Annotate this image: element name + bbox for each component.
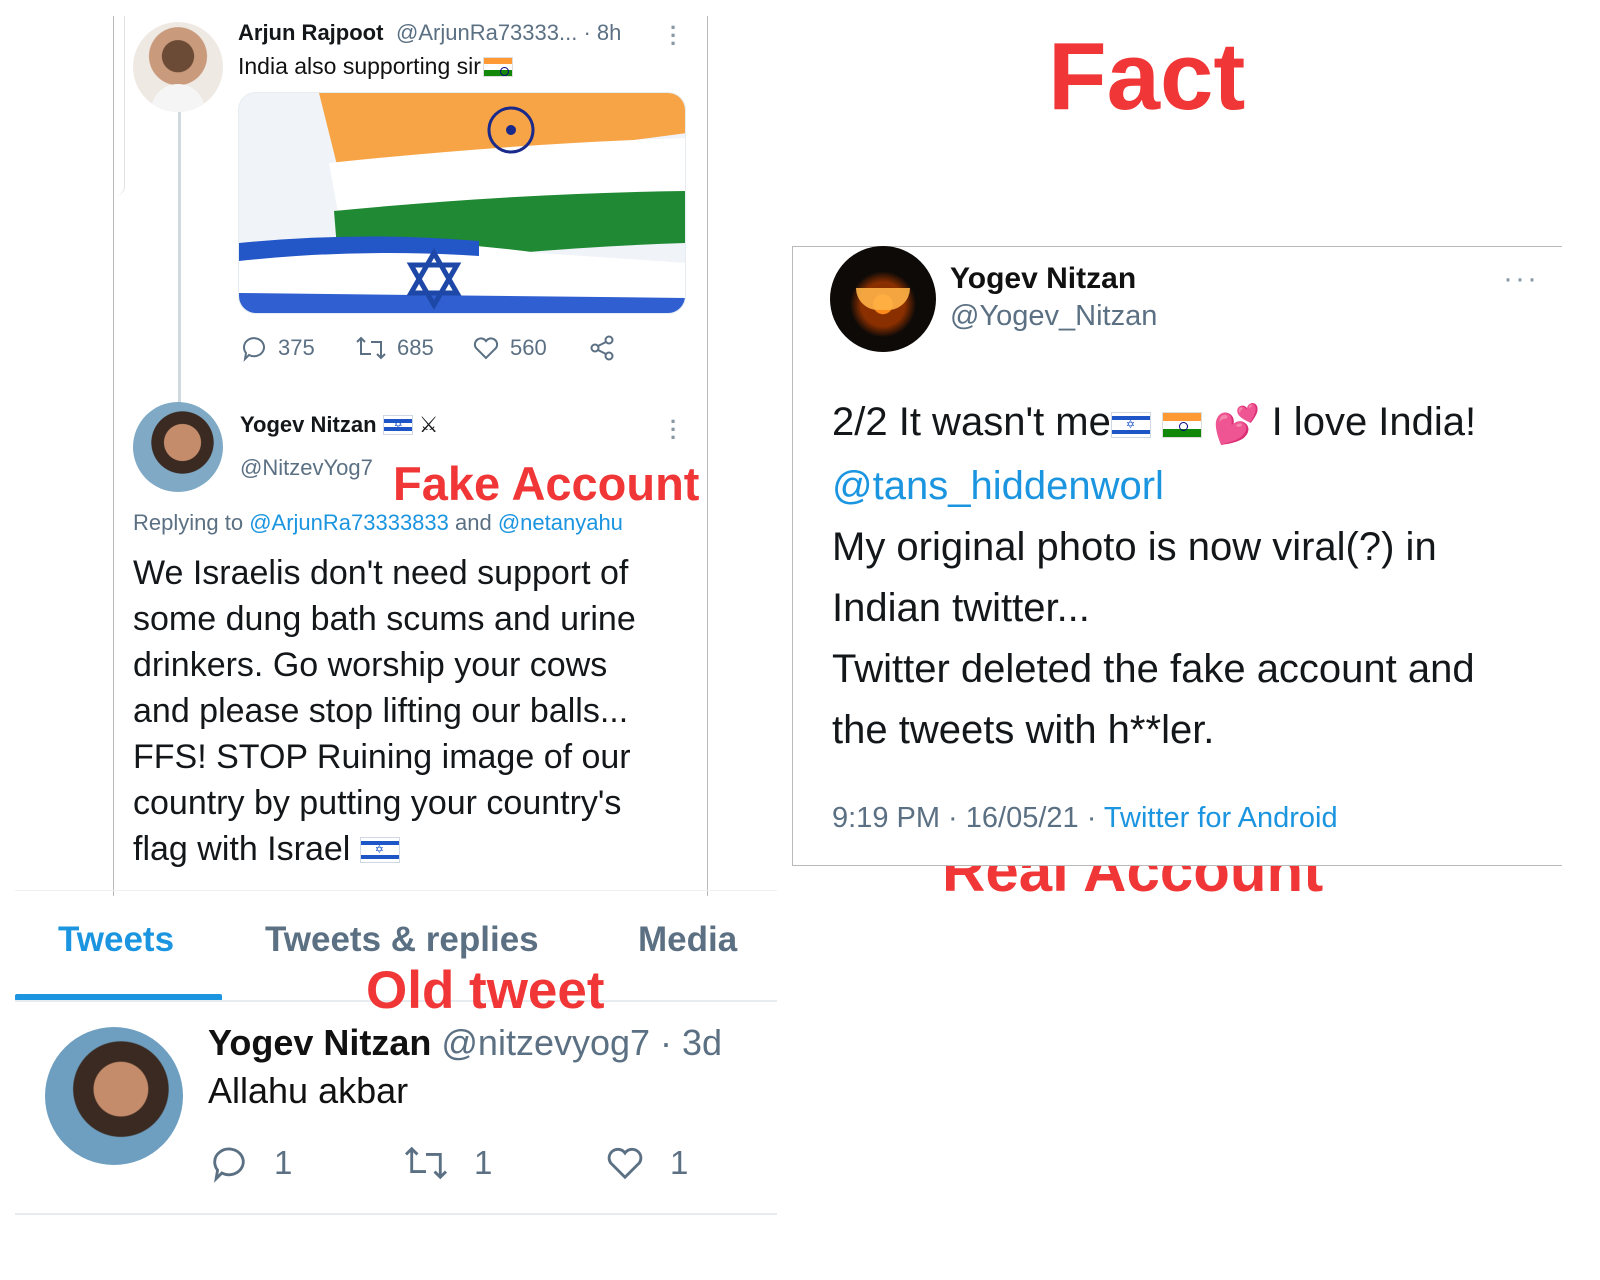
israel-flag-icon: ✡ bbox=[1110, 412, 1151, 438]
two-hearts-icon: 💕 bbox=[1213, 404, 1261, 446]
mention-link[interactable]: @netanyahu bbox=[498, 510, 623, 535]
replying-to: Replying to @ArjunRa73333833 and @netany… bbox=[133, 510, 623, 535]
reply-action[interactable]: 1 bbox=[208, 1143, 292, 1183]
heart-icon bbox=[473, 337, 499, 360]
retweet-icon bbox=[404, 1146, 448, 1180]
divider bbox=[15, 1213, 777, 1215]
thread-connector bbox=[178, 112, 181, 408]
fact-title: Fact bbox=[1048, 23, 1246, 130]
fake-tweet-body: We Israelis don't need support of some d… bbox=[133, 554, 636, 868]
tab-tweets[interactable]: Tweets bbox=[58, 920, 174, 960]
more-options-icon[interactable]: ··· bbox=[1503, 262, 1539, 296]
retweet-action[interactable]: 685 bbox=[355, 334, 434, 362]
israel-flag-icon: ✡ bbox=[382, 415, 413, 435]
mention-link[interactable]: @ArjunRa73333833 bbox=[249, 510, 449, 535]
share-icon bbox=[590, 335, 614, 361]
india-flag-icon bbox=[482, 57, 513, 77]
old-tweet-label: Old tweet bbox=[366, 961, 605, 1020]
mention-link[interactable]: @tans_hiddenworl bbox=[832, 456, 1476, 517]
avatar-old-yogev[interactable] bbox=[45, 1027, 183, 1165]
israel-flag-icon: ✡ bbox=[359, 837, 400, 863]
retweet-icon bbox=[356, 336, 386, 360]
source-link[interactable]: Twitter for Android bbox=[1104, 802, 1338, 834]
reply-action[interactable]: 375 bbox=[240, 334, 315, 362]
share-action[interactable] bbox=[588, 334, 616, 362]
tab-media[interactable]: Media bbox=[638, 920, 737, 960]
retweet-action[interactable]: 1 bbox=[402, 1143, 492, 1183]
more-options-icon[interactable]: ··· bbox=[670, 17, 677, 55]
like-action[interactable]: 560 bbox=[472, 334, 547, 362]
avatar-real-yogev[interactable] bbox=[830, 246, 936, 352]
tweet-text-arjun: India also supporting sir bbox=[238, 53, 513, 80]
avatar-fake-yogev[interactable] bbox=[133, 402, 223, 492]
fake-account-label: Fake Account bbox=[393, 457, 700, 510]
author-name-old[interactable]: Yogev Nitzan bbox=[208, 1022, 431, 1063]
author-name-fake[interactable]: Yogev Nitzan ✡ ⚔ bbox=[240, 412, 439, 438]
author-handle-fake: @NitzevYog7 bbox=[240, 455, 373, 480]
heart-icon bbox=[607, 1147, 643, 1180]
more-options-icon[interactable]: ··· bbox=[670, 411, 677, 449]
old-tweet-text: Allahu akbar bbox=[208, 1070, 409, 1111]
divider bbox=[15, 890, 777, 891]
author-line-old: Yogev Nitzan @nitzevyog7 · 3d bbox=[208, 1022, 723, 1063]
like-action[interactable]: 1 bbox=[604, 1143, 688, 1183]
india-flag-icon bbox=[1162, 412, 1202, 438]
author-name-real[interactable]: Yogev Nitzan bbox=[950, 262, 1136, 296]
reply-icon bbox=[243, 337, 265, 362]
avatar-arjun[interactable] bbox=[133, 22, 223, 112]
tweet-meta: 9:19 PM · 16/05/21 · Twitter for Android bbox=[832, 802, 1338, 834]
author-handle-time-arjun: @ArjunRa73333... · 8h bbox=[396, 20, 622, 45]
india-israel-flags-image[interactable] bbox=[238, 92, 686, 314]
panel-edge bbox=[113, 16, 125, 196]
tab-tweets-replies[interactable]: Tweets & replies bbox=[265, 920, 539, 960]
author-name-arjun[interactable]: Arjun Rajpoot bbox=[238, 20, 383, 46]
real-tweet-body: 2/2 It wasn't me ✡ 💕 I love India! @tans_… bbox=[832, 392, 1476, 761]
reply-icon bbox=[213, 1147, 245, 1183]
author-handle-real: @Yogev_Nitzan bbox=[950, 300, 1158, 332]
